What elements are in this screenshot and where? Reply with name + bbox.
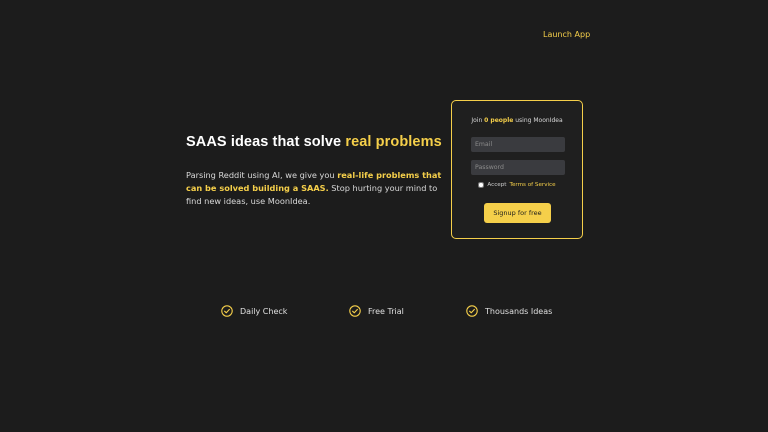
email-field[interactable] [471, 137, 565, 152]
check-circle-icon [221, 305, 233, 317]
hero-description: Parsing Reddit using AI, we give you rea… [186, 169, 448, 209]
feature-daily-check: Daily Check [221, 305, 287, 317]
terms-prefix: Accept [487, 182, 507, 188]
hero-title-main: SAAS ideas that solve [186, 134, 346, 150]
terms-checkbox[interactable] [478, 182, 485, 188]
hero-desc-before: Parsing Reddit using AI, we give you [186, 170, 338, 180]
terms-row: Accept Terms of Service [452, 182, 582, 188]
feature-label: Thousands Ideas [485, 306, 553, 316]
hero-title-highlight: real problems [345, 134, 442, 150]
landing-page: Launch App SAAS ideas that solve real pr… [0, 0, 768, 432]
join-count: 0 people [484, 117, 514, 124]
feature-thousands-ideas: Thousands Ideas [466, 305, 552, 317]
signup-button[interactable]: Signup for free [484, 203, 551, 223]
features-row: Daily Check Free Trial Thousands Ideas [0, 305, 768, 319]
check-circle-icon [349, 305, 361, 317]
hero-section: SAAS ideas that solve real problems Pars… [186, 134, 448, 209]
hero-title: SAAS ideas that solve real problems [186, 134, 448, 150]
join-suffix: using MoonIdea [513, 117, 563, 124]
terms-of-service-link[interactable]: Terms of Service [509, 182, 555, 188]
launch-app-link[interactable]: Launch App [543, 30, 590, 39]
feature-label: Free Trial [368, 306, 404, 316]
signup-card: Join 0 people using MoonIdea Accept Term… [451, 100, 583, 239]
feature-free-trial: Free Trial [349, 305, 404, 317]
password-field[interactable] [471, 160, 565, 175]
join-prefix: Join [471, 117, 485, 124]
join-count-text: Join 0 people using MoonIdea [452, 117, 582, 124]
feature-label: Daily Check [240, 306, 288, 316]
check-circle-icon [466, 305, 478, 317]
